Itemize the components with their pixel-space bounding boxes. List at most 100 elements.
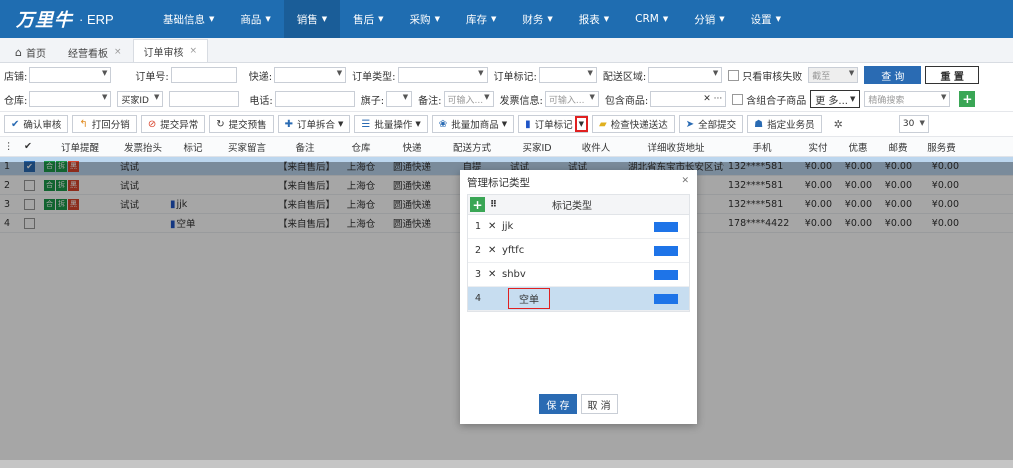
combo-checkbox[interactable]: [732, 93, 744, 105]
chevron-down-icon: ▼: [265, 15, 271, 23]
column-header[interactable]: 配送方式: [434, 140, 506, 154]
order-mark-button[interactable]: ▮ 订单标记 ▼: [518, 115, 589, 133]
menu-item-0[interactable]: 基础信息 ▼: [150, 0, 227, 38]
column-header[interactable]: 标记: [166, 140, 216, 154]
chevron-down-icon: ▼: [662, 15, 669, 23]
mark-color-swatch[interactable]: [654, 269, 678, 280]
menu-item-9[interactable]: 分销 ▼: [681, 0, 737, 38]
cancel-button[interactable]: 取 消: [580, 394, 618, 414]
column-header[interactable]: 实付: [796, 140, 836, 154]
column-header[interactable]: 仓库: [332, 140, 386, 154]
warehouse-select[interactable]: ▼: [29, 91, 112, 107]
submit-all-button[interactable]: ➤ 全部提交: [678, 115, 744, 133]
mark-type-row[interactable]: 3 ✕ shbv: [468, 263, 689, 287]
add-filter-button[interactable]: +: [959, 91, 976, 107]
confirm-review-button[interactable]: ✔ 确认审核: [4, 115, 69, 133]
date-select[interactable]: 截至 ▼: [808, 67, 859, 83]
express-select[interactable]: ▼: [274, 67, 347, 83]
shop-select[interactable]: ▼: [29, 67, 112, 83]
chevron-down-icon: ▼: [547, 15, 553, 23]
add-mark-button[interactable]: +: [470, 197, 485, 212]
order-split-button[interactable]: ✚ 订单拆合 ▼: [277, 115, 351, 133]
close-icon[interactable]: ×: [114, 47, 122, 57]
ban-icon: ⊘: [147, 118, 157, 130]
clear-icon[interactable]: ✕ ···: [703, 94, 722, 104]
goods-input[interactable]: ✕ ···: [650, 91, 727, 107]
remark-input[interactable]: 可输入... ▼: [443, 91, 494, 107]
mark-color-swatch[interactable]: [654, 221, 678, 232]
assign-sales-button[interactable]: ☗ 指定业务员: [747, 115, 822, 133]
mark-color-swatch[interactable]: [654, 293, 678, 304]
mark-name-input[interactable]: 空单: [508, 288, 550, 309]
more-button[interactable]: 更 多... ▼: [810, 90, 861, 108]
gear-icon[interactable]: ✲: [834, 118, 843, 131]
reset-button[interactable]: 重 置: [925, 66, 979, 84]
column-menu-icon[interactable]: ⋮: [0, 141, 20, 152]
mark-types-table: + ⠿ 标记类型 1 ✕ jjk 2 ✕ yftfc 3 ✕ shbv 4 空单: [467, 194, 690, 312]
column-header[interactable]: 订单提醒: [40, 140, 116, 154]
save-button[interactable]: 保 存: [539, 394, 577, 414]
chevron-down-icon: ▼: [209, 15, 215, 23]
menu-item-1[interactable]: 商品 ▼: [227, 0, 283, 38]
column-header[interactable]: 详细收货地址: [624, 140, 724, 154]
region-select[interactable]: ▼: [648, 67, 723, 83]
column-header[interactable]: 买家ID: [506, 140, 564, 154]
order-no-input[interactable]: [170, 67, 237, 83]
column-header[interactable]: 优惠: [836, 140, 876, 154]
menu-item-8[interactable]: CRM ▼: [622, 0, 681, 38]
column-header[interactable]: 收件人: [564, 140, 624, 154]
menu-item-6[interactable]: 财务 ▼: [509, 0, 565, 38]
batch-add-goods-button[interactable]: ❀ 批量加商品 ▼: [431, 115, 515, 133]
batch-button[interactable]: ☰ 批量操作 ▼: [354, 115, 428, 133]
invoice-input[interactable]: 可输入... ▼: [544, 91, 599, 107]
mark-type-row[interactable]: 4 空单: [468, 287, 689, 311]
select-all-check[interactable]: ✔: [20, 141, 40, 152]
delete-icon[interactable]: ✕: [488, 269, 502, 280]
mark-type-row[interactable]: 1 ✕ jjk: [468, 215, 689, 239]
send-icon: ➤: [685, 118, 695, 130]
chevron-down-icon: ▼: [101, 69, 108, 77]
column-header[interactable]: 手机: [724, 140, 796, 154]
buyer-id-select[interactable]: 买家ID ▼: [117, 91, 164, 107]
order-type-select[interactable]: ▼: [397, 67, 488, 83]
column-header[interactable]: 买家留言: [216, 140, 274, 154]
horizontal-scrollbar[interactable]: [0, 460, 1013, 468]
mark-color-swatch[interactable]: [654, 245, 678, 256]
modal-footer: 保 存 取 消: [460, 394, 697, 414]
close-icon[interactable]: ✕: [681, 176, 689, 186]
column-header[interactable]: 服务费: [916, 140, 963, 154]
column-header[interactable]: 发票抬头: [116, 140, 166, 154]
flag-select[interactable]: ▼: [386, 91, 413, 107]
page-size-select[interactable]: 30 ▼: [898, 115, 929, 133]
order-mark-select[interactable]: ▼: [538, 67, 597, 83]
phone-input[interactable]: [274, 91, 355, 107]
delete-icon[interactable]: ✕: [488, 221, 502, 232]
flag-icon: ▮: [525, 118, 531, 130]
menu-item-2[interactable]: 销售 ▼: [283, 0, 341, 38]
close-icon[interactable]: ×: [190, 46, 198, 56]
manage-mark-types-modal: 管理标记类型 ✕ + ⠿ 标记类型 1 ✕ jjk 2 ✕ yftfc 3 ✕ shbv 4 空单 …: [460, 170, 697, 424]
column-header[interactable]: 备注: [274, 140, 332, 154]
menu-item-4[interactable]: 采购 ▼: [397, 0, 453, 38]
menu-item-5[interactable]: 库存 ▼: [453, 0, 509, 38]
plus-icon: ✚: [284, 118, 294, 130]
menu-item-3[interactable]: 售后 ▼: [340, 0, 396, 38]
return-distribution-button[interactable]: ↰ 打回分销: [72, 115, 137, 133]
buyer-id-input[interactable]: [169, 91, 240, 107]
menu-item-10[interactable]: 设置 ▼: [738, 0, 794, 38]
tab-order-review[interactable]: 订单审核 ×: [132, 39, 209, 62]
order-mark-dropdown[interactable]: ▼: [574, 116, 589, 132]
only-fail-checkbox[interactable]: [728, 69, 740, 81]
check-express-button[interactable]: ▰ 检查快递送达: [592, 115, 675, 133]
query-button[interactable]: 查 询: [864, 66, 922, 84]
exact-search-select[interactable]: 精确搜索 ▼: [864, 91, 951, 107]
column-header[interactable]: 邮费: [876, 140, 916, 154]
submit-presale-button[interactable]: ↻ 提交预售: [209, 115, 274, 133]
column-header[interactable]: 快递: [386, 140, 434, 154]
tab-dashboard[interactable]: 经营看板 ×: [57, 41, 133, 62]
submit-abnormal-button[interactable]: ⊘ 提交异常: [140, 115, 206, 133]
menu-item-7[interactable]: 报表 ▼: [566, 0, 622, 38]
delete-icon[interactable]: ✕: [488, 245, 502, 256]
mark-type-row[interactable]: 2 ✕ yftfc: [468, 239, 689, 263]
tab-home[interactable]: ⌂ 首页: [4, 41, 57, 62]
